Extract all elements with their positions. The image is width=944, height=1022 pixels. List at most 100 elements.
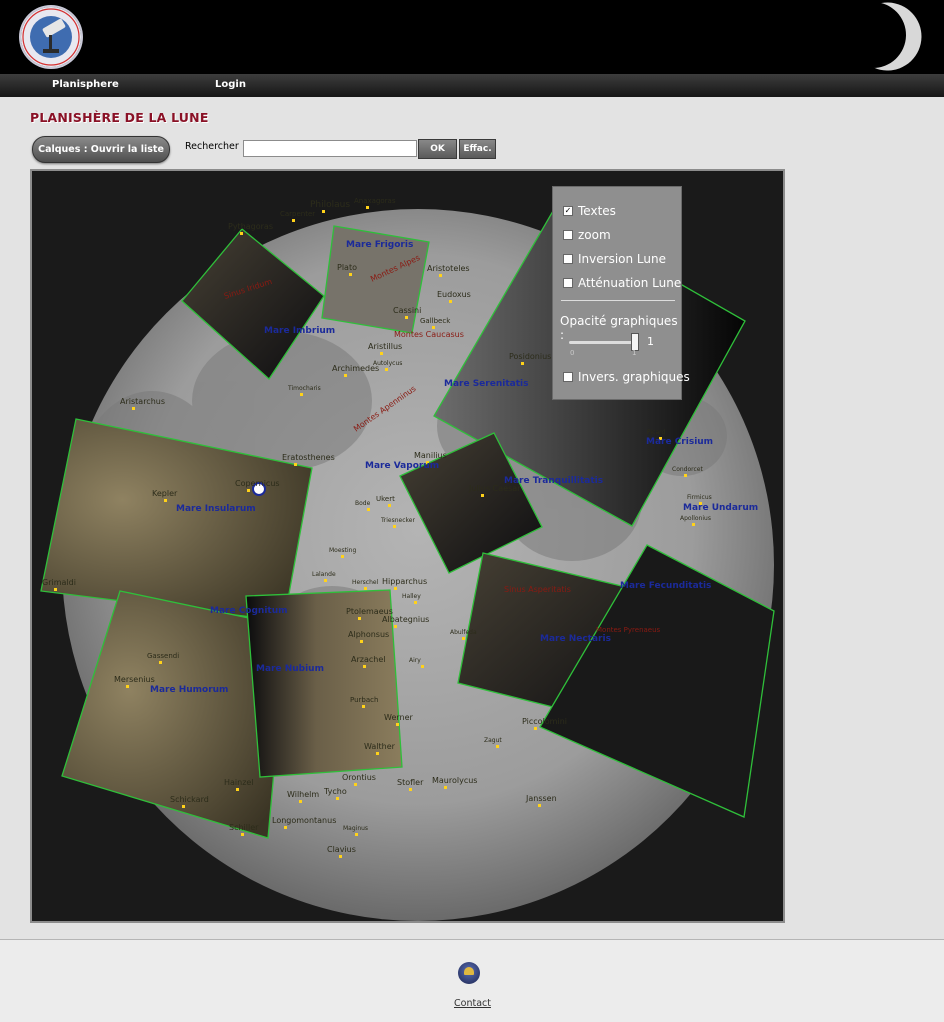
opacity-slider-track[interactable] [569,341,635,344]
crater-dot[interactable] [292,219,295,222]
map-label[interactable]: Mare Fecunditatis [620,581,711,591]
crater-dot[interactable] [164,499,167,502]
map-label[interactable]: Longomontanus [272,816,336,825]
contact-link[interactable]: Contact [454,998,491,1009]
map-label[interactable]: Timocharis [287,385,321,392]
map-label[interactable]: Aristarchus [120,397,165,406]
map-label[interactable]: Mare Vaporum [365,461,439,471]
map-label[interactable]: Mare Insularum [176,504,256,514]
map-label[interactable]: Julius Caesar [468,484,521,493]
crater-dot[interactable] [354,783,357,786]
map-label[interactable]: Purbach [350,696,378,704]
option-textes[interactable]: ✓ Textes [563,204,616,218]
checkbox-textes[interactable]: ✓ [563,205,573,216]
crater-dot[interactable] [126,685,129,688]
map-label[interactable]: Stofler [397,778,424,787]
crater-dot[interactable] [380,352,383,355]
crater-dot[interactable] [444,786,447,789]
option-zoom[interactable]: zoom [563,228,611,242]
map-label[interactable]: Mare Imbrium [264,326,335,336]
map-label[interactable]: Walther [364,742,396,751]
crater-dot[interactable] [349,273,352,276]
map-label[interactable]: Mare Frigoris [346,240,413,250]
crater-dot[interactable] [132,407,135,410]
crater-dot[interactable] [396,723,399,726]
map-label[interactable]: Grimaldi [42,578,76,587]
crater-dot[interactable] [241,833,244,836]
map-label[interactable]: Werner [384,713,414,722]
map-label[interactable]: Hainzel [224,778,254,787]
map-label[interactable]: Sinus Asperitatis [504,585,571,594]
map-label[interactable]: Plato [337,263,357,272]
crater-dot[interactable] [414,601,417,604]
crater-dot[interactable] [385,368,388,371]
crater-dot[interactable] [355,833,358,836]
map-label[interactable]: Halley [402,593,421,600]
crater-dot[interactable] [341,555,344,558]
crater-dot[interactable] [394,625,397,628]
map-label[interactable]: Schickard [170,795,209,804]
crater-dot[interactable] [521,362,524,365]
checkbox-zoom[interactable] [563,229,573,240]
map-label[interactable]: Aristillus [368,342,402,351]
option-invers-graphiques[interactable]: Invers. graphiques [563,370,690,384]
crater-dot[interactable] [393,525,396,528]
map-label[interactable]: Mare Cognitum [210,606,288,616]
map-label[interactable]: Mare Nectaris [540,634,611,644]
map-label[interactable]: Copernicus [235,479,280,488]
map-label[interactable]: Kepler [152,489,178,498]
map-label[interactable]: Schiller [229,823,259,832]
map-label[interactable]: Picard [647,429,665,436]
crater-dot[interactable] [236,788,239,791]
map-label[interactable]: Albategnius [382,615,429,624]
crater-dot[interactable] [299,800,302,803]
map-label[interactable]: Janssen [525,794,557,803]
crater-dot[interactable] [462,637,465,640]
map-label[interactable]: Moesting [329,547,356,554]
crater-dot[interactable] [363,665,366,668]
crater-dot[interactable] [182,805,185,808]
crater-dot[interactable] [388,504,391,507]
map-label[interactable]: Apollonius [680,515,711,522]
ok-button[interactable]: OK [418,139,457,159]
map-label[interactable]: Alphonsus [348,630,389,639]
crater-dot[interactable] [300,393,303,396]
crater-dot[interactable] [684,474,687,477]
map-label[interactable]: Gallbeck [420,317,451,325]
crater-dot[interactable] [496,745,499,748]
map-label[interactable]: Maurolycus [432,776,477,785]
crater-dot[interactable] [534,727,537,730]
map-label[interactable]: Bode [355,500,371,507]
crater-dot[interactable] [367,508,370,511]
map-label[interactable]: Triesnecker [380,517,415,524]
map-label[interactable]: Mare Serenitatis [444,379,528,389]
option-attenuation-lune[interactable]: Atténuation Lune [563,276,681,290]
map-label[interactable]: Hipparchus [382,577,427,586]
crater-dot[interactable] [405,316,408,319]
crater-dot[interactable] [362,705,365,708]
map-label[interactable]: Carpenter [280,210,315,218]
checkbox-attenuation-lune[interactable] [563,277,573,288]
crater-dot[interactable] [432,326,435,329]
crater-dot[interactable] [394,587,397,590]
crater-dot[interactable] [481,494,484,497]
crater-dot[interactable] [247,489,250,492]
club-logo[interactable] [21,7,81,67]
map-label[interactable]: Manilius [414,451,447,460]
crater-dot[interactable] [376,752,379,755]
crater-dot[interactable] [439,274,442,277]
map-label[interactable]: Archimedes [332,364,379,373]
crater-dot[interactable] [409,788,412,791]
crater-dot[interactable] [692,523,695,526]
crater-dot[interactable] [421,665,424,668]
nav-item-login[interactable]: Login [215,79,246,90]
map-label[interactable]: Cassini [393,306,421,315]
checkbox-inversion-lune[interactable] [563,253,573,264]
map-label[interactable]: Airy [409,657,421,664]
map-label[interactable]: Pythagoras [228,222,273,231]
map-label[interactable]: Montes Caucasus [394,330,464,339]
crater-dot[interactable] [449,300,452,303]
map-label[interactable]: Aristoteles [427,264,470,273]
clear-button[interactable]: Effac. [459,139,496,159]
map-label[interactable]: Wilhelm [287,790,319,799]
